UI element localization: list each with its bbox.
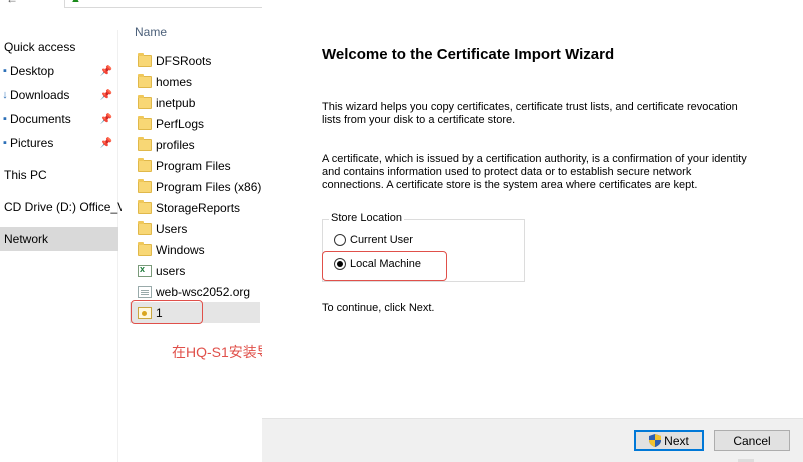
nav-item-desktop[interactable]: ▪ Desktop 📌	[0, 60, 118, 82]
nav-item-label: Downloads	[10, 88, 70, 102]
file-row-users-folder[interactable]: Users	[130, 218, 260, 239]
cancel-button[interactable]: Cancel	[714, 430, 790, 451]
address-bar[interactable]	[64, 0, 264, 8]
file-name: Program Files (x86)	[156, 179, 262, 194]
text-file-icon	[138, 285, 152, 298]
nav-item-network[interactable]: Network	[0, 227, 118, 251]
nav-item-label: Quick access	[4, 40, 76, 54]
wizard-footer: Next Cancel	[262, 418, 803, 462]
radio-current-user[interactable]: Current User	[334, 234, 413, 246]
file-row-storagereports[interactable]: StorageReports	[130, 197, 260, 218]
folder-icon	[138, 199, 152, 214]
explorer-toolbar: ← ▲	[0, 0, 264, 12]
folder-icon	[138, 52, 152, 67]
folder-icon	[138, 241, 152, 256]
certificate-file-icon	[138, 306, 152, 319]
cancel-button-label: Cancel	[733, 433, 771, 448]
file-name: DFSRoots	[156, 53, 212, 68]
file-row-perflogs[interactable]: PerfLogs	[130, 113, 260, 134]
pin-icon[interactable]: 📌	[100, 66, 112, 77]
column-header-name[interactable]: Name	[135, 25, 167, 39]
wizard-intro-text: This wizard helps you copy certificates,…	[322, 101, 738, 126]
nav-item-label: This PC	[4, 168, 47, 182]
pin-icon[interactable]: 📌	[100, 90, 112, 101]
documents-icon: ▪	[3, 113, 7, 125]
pin-icon[interactable]: 📌	[100, 114, 112, 125]
file-name: 1	[156, 305, 163, 320]
file-row-web-wsc2052[interactable]: web-wsc2052.org	[130, 281, 260, 302]
radio-local-machine[interactable]: Local Machine	[334, 258, 421, 270]
excel-file-icon	[138, 264, 152, 277]
certificate-import-wizard: Welcome to the Certificate Import Wizard…	[262, 0, 803, 462]
radio-label-local-machine: Local Machine	[350, 258, 421, 270]
desktop-icon: ▪	[3, 65, 7, 77]
file-row-dfsroots[interactable]: DFSRoots	[130, 50, 260, 71]
nav-item-quick-access[interactable]: Quick access	[4, 36, 122, 58]
download-icon: ↓	[2, 89, 8, 101]
file-name: StorageReports	[156, 200, 241, 215]
file-row-windows[interactable]: Windows	[130, 239, 260, 260]
nav-item-label: Documents	[10, 112, 71, 126]
file-name: PerfLogs	[156, 116, 205, 131]
wizard-title: Welcome to the Certificate Import Wizard	[322, 46, 615, 63]
up-arrow-icon[interactable]: ▲	[70, 0, 81, 5]
radio-button-unchecked[interactable]	[334, 234, 346, 246]
folder-icon	[138, 73, 152, 88]
nav-item-label: CD Drive (D:) Office_V	[4, 200, 122, 214]
file-row-certificate-1[interactable]: 1	[130, 302, 260, 323]
back-arrow-icon[interactable]: ←	[6, 0, 18, 6]
nav-item-label: Desktop	[10, 64, 55, 78]
file-name: Users	[156, 221, 188, 236]
file-name: inetpub	[156, 95, 196, 110]
file-row-program-files[interactable]: Program Files	[130, 155, 260, 176]
pictures-icon: ▪	[3, 137, 7, 149]
file-name: homes	[156, 74, 193, 89]
file-name: users	[156, 263, 186, 278]
folder-icon	[138, 115, 152, 130]
nav-item-downloads[interactable]: ↓ Downloads 📌	[0, 84, 118, 106]
nav-item-label: Network	[4, 232, 49, 246]
nav-item-this-pc[interactable]: This PC	[4, 164, 122, 186]
file-name: profiles	[156, 137, 195, 152]
file-row-users-excel[interactable]: users	[130, 260, 260, 281]
nav-item-pictures[interactable]: ▪ Pictures 📌	[0, 132, 118, 154]
file-row-program-files-x86[interactable]: Program Files (x86)	[130, 176, 262, 197]
store-location-group: Store Location	[322, 212, 525, 282]
file-row-profiles[interactable]: profiles	[130, 134, 260, 155]
file-row-homes[interactable]: homes	[130, 71, 260, 92]
radio-button-checked[interactable]	[334, 258, 346, 270]
file-name: Program Files	[156, 158, 231, 173]
folder-icon	[138, 157, 152, 172]
next-button-label: Next	[664, 433, 689, 448]
folder-icon	[138, 94, 152, 109]
navigation-pane: Quick access ▪ Desktop 📌 ↓ Downloads 📌 ▪…	[0, 30, 122, 462]
file-row-inetpub[interactable]: inetpub	[130, 92, 260, 113]
nav-item-documents[interactable]: ▪ Documents 📌	[0, 108, 118, 130]
file-list: Name DFSRoots homes inetpub PerfLogs pro…	[130, 22, 262, 462]
next-button[interactable]: Next	[634, 430, 704, 451]
nav-item-cd-drive[interactable]: CD Drive (D:) Office_V	[4, 196, 122, 218]
wizard-description-text: A certificate, which is issued by a cert…	[322, 153, 747, 191]
nav-item-label: Pictures	[10, 136, 54, 150]
file-name: Windows	[156, 242, 205, 257]
file-name: web-wsc2052.org	[156, 284, 251, 299]
uac-shield-icon	[649, 434, 662, 447]
radio-label-current-user: Current User	[350, 234, 413, 246]
continue-instruction: To continue, click Next.	[322, 302, 435, 314]
folder-icon	[138, 220, 152, 235]
pin-icon[interactable]: 📌	[100, 138, 112, 149]
folder-icon	[138, 178, 152, 193]
folder-icon	[138, 136, 152, 151]
store-location-label: Store Location	[329, 212, 404, 224]
